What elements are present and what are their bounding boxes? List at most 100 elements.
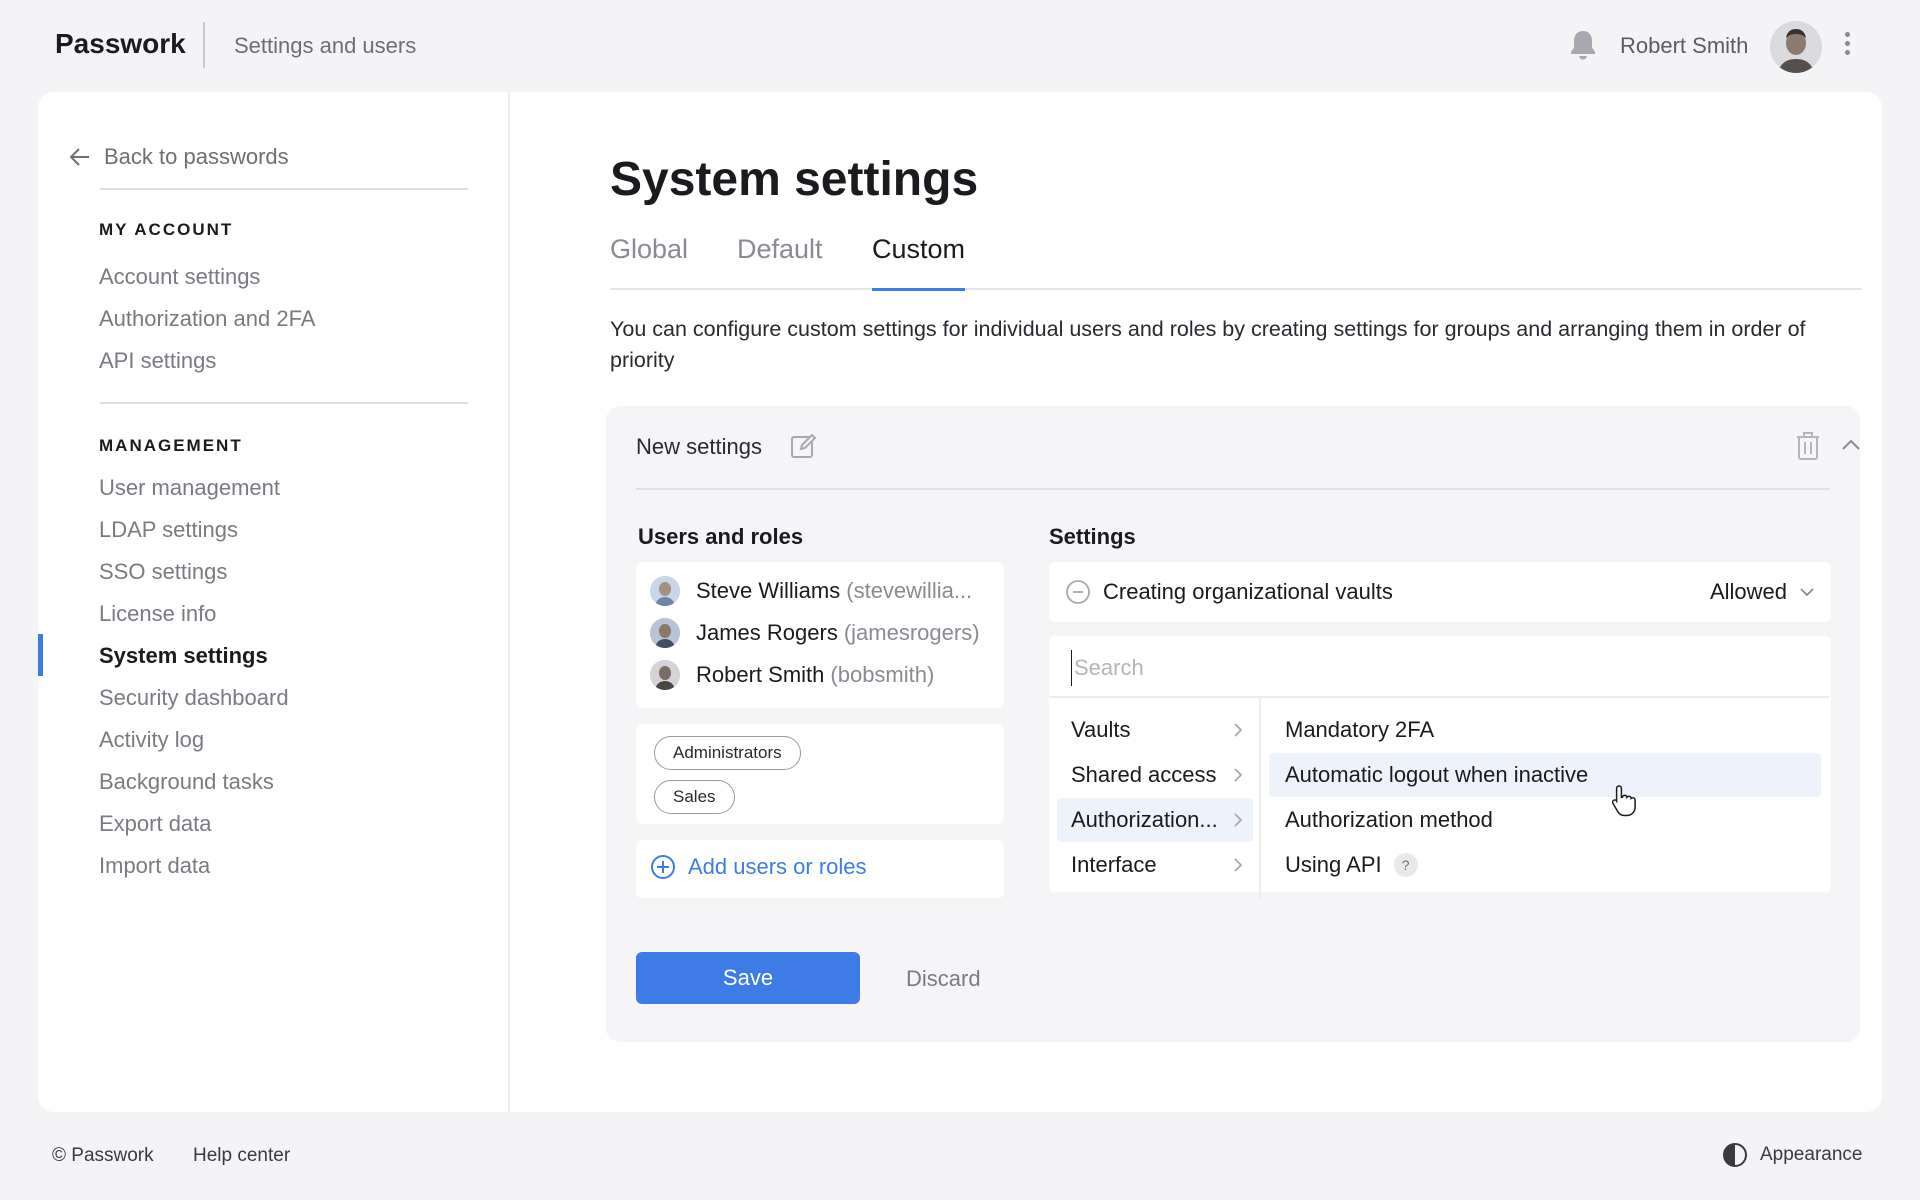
chevron-right-icon (1234, 723, 1243, 737)
list-item[interactable]: James Rogers (jamesrogers) (650, 618, 980, 648)
content-area: System settings Global Default Custom Yo… (572, 92, 1862, 1112)
logo[interactable]: Passwork (55, 28, 186, 60)
discard-button[interactable]: Discard (906, 966, 981, 992)
sidebar-item-license-info[interactable]: License info (99, 601, 216, 627)
section-title: Settings and users (234, 33, 417, 58)
sidebar-item-import-data[interactable]: Import data (99, 853, 210, 879)
chevron-right-icon (1234, 813, 1243, 827)
sidebar-item-activity-log[interactable]: Activity log (99, 727, 204, 753)
contrast-icon (1723, 1143, 1747, 1167)
category-label: Interface (1071, 852, 1157, 877)
top-bar: Passwork Settings and users Robert Smith (0, 0, 1920, 90)
sidebar-divider (100, 188, 468, 190)
option-authorization-method[interactable]: Authorization method (1269, 798, 1821, 842)
category-authorization[interactable]: Authorization... (1057, 798, 1253, 842)
sidebar-item-background-tasks[interactable]: Background tasks (99, 769, 274, 795)
help-center-link[interactable]: Help center (193, 1145, 290, 1167)
copyright: © Passwork (52, 1145, 154, 1166)
save-button[interactable]: Save (636, 952, 860, 1004)
tabs: Global Default Custom (610, 234, 1862, 291)
panel-divider (636, 488, 1830, 490)
chevron-right-icon (1234, 768, 1243, 782)
settings-heading: Settings (1049, 524, 1136, 549)
setting-value: Allowed (1709, 579, 1787, 604)
sidebar-item-export-data[interactable]: Export data (99, 811, 212, 837)
tab-default[interactable]: Default (737, 234, 823, 279)
plus-circle-icon (651, 855, 675, 879)
sidebar-item-sso-settings[interactable]: SSO settings (99, 559, 227, 585)
custom-settings-panel: New settings Users and roles Settings St… (606, 406, 1860, 1042)
hand-cursor-icon (1611, 785, 1636, 817)
roles-list: Administrators Sales (636, 724, 1004, 824)
chevron-up-icon[interactable] (1840, 436, 1862, 454)
option-label: Mandatory 2FA (1285, 717, 1435, 742)
sidebar-item-security-dashboard[interactable]: Security dashboard (99, 685, 289, 711)
my-account-heading: MY ACCOUNT (99, 220, 234, 239)
option-label: Authorization method (1285, 807, 1493, 832)
sidebar-item-ldap-settings[interactable]: LDAP settings (99, 517, 238, 543)
tab-global[interactable]: Global (610, 234, 688, 279)
more-menu-icon[interactable] (1840, 32, 1854, 60)
users-roles-heading: Users and roles (638, 524, 804, 549)
role-chip-sales[interactable]: Sales (654, 780, 735, 814)
sidebar-divider (100, 402, 468, 404)
sidebar-item-system-settings[interactable]: System settings (99, 643, 268, 669)
category-interface[interactable]: Interface (1057, 843, 1253, 887)
avatar (650, 576, 680, 606)
sidebar-item-user-management[interactable]: User management (99, 475, 280, 501)
category-shared-access[interactable]: Shared access (1057, 753, 1253, 797)
role-chip-administrators[interactable]: Administrators (654, 736, 801, 770)
option-automatic-logout[interactable]: Automatic logout when inactive (1269, 753, 1821, 797)
avatar (650, 618, 680, 648)
header-divider (203, 22, 205, 68)
user-login: (jamesrogers) (843, 620, 980, 645)
setting-row: Creating organizational vaults Allowed (1049, 562, 1831, 622)
help-icon[interactable]: ? (1393, 853, 1418, 877)
back-to-passwords-link[interactable]: Back to passwords (68, 144, 289, 170)
description: You can configure custom settings for in… (610, 317, 1806, 372)
tab-custom[interactable]: Custom (872, 234, 966, 291)
setting-value-dropdown[interactable]: Allowed (1710, 579, 1815, 605)
avatar[interactable] (1770, 21, 1822, 73)
user-name[interactable]: Robert Smith (1620, 33, 1748, 59)
category-vaults[interactable]: Vaults (1057, 708, 1253, 752)
option-using-api[interactable]: Using API ? (1269, 843, 1821, 887)
list-item[interactable]: Steve Williams (stevewillia... (650, 576, 972, 606)
category-label: Vaults (1071, 717, 1131, 742)
chevron-right-icon (1234, 858, 1243, 872)
list-item[interactable]: Robert Smith (bobsmith) (650, 660, 934, 690)
remove-icon[interactable] (1065, 579, 1091, 605)
user-name: Robert Smith (696, 662, 825, 687)
category-list: Vaults Shared access Authorization... In… (1049, 698, 1261, 898)
active-indicator (38, 634, 43, 676)
add-users-box: Add users or roles (636, 840, 1004, 898)
sidebar-item-authorization-2fa[interactable]: Authorization and 2FA (99, 306, 315, 332)
setting-label: Creating organizational vaults (1103, 579, 1393, 604)
chevron-down-icon (1800, 588, 1814, 597)
bell-icon[interactable] (1567, 28, 1599, 62)
option-mandatory-2fa[interactable]: Mandatory 2FA (1269, 708, 1821, 752)
appearance-label: Appearance (1760, 1144, 1863, 1165)
user-login: (bobsmith) (830, 662, 935, 687)
search-input[interactable] (1071, 650, 1811, 686)
sidebar: Back to passwords MY ACCOUNT Account set… (38, 92, 510, 1112)
arrow-left-icon (69, 148, 89, 166)
category-label: Authorization... (1071, 807, 1218, 832)
user-login: (stevewillia... (846, 578, 973, 603)
sidebar-item-api-settings[interactable]: API settings (99, 348, 216, 374)
user-name: James Rogers (696, 620, 838, 645)
add-users-roles-button[interactable]: Add users or roles (650, 854, 867, 880)
page-title: System settings (610, 153, 979, 206)
edit-icon[interactable] (789, 432, 817, 460)
settings-picker: Vaults Shared access Authorization... In… (1049, 636, 1831, 898)
settings-group-title: New settings (636, 434, 762, 459)
users-list: Steve Williams (stevewillia... James Rog… (636, 562, 1004, 708)
category-label: Shared access (1071, 762, 1217, 787)
user-name: Steve Williams (696, 578, 841, 603)
trash-icon[interactable] (1794, 430, 1822, 462)
management-heading: MANAGEMENT (99, 436, 243, 455)
main-card: Back to passwords MY ACCOUNT Account set… (38, 92, 1882, 1112)
sidebar-item-account-settings[interactable]: Account settings (99, 264, 260, 290)
appearance-toggle[interactable]: Appearance (1722, 1142, 1862, 1168)
option-label: Using API (1285, 852, 1382, 877)
